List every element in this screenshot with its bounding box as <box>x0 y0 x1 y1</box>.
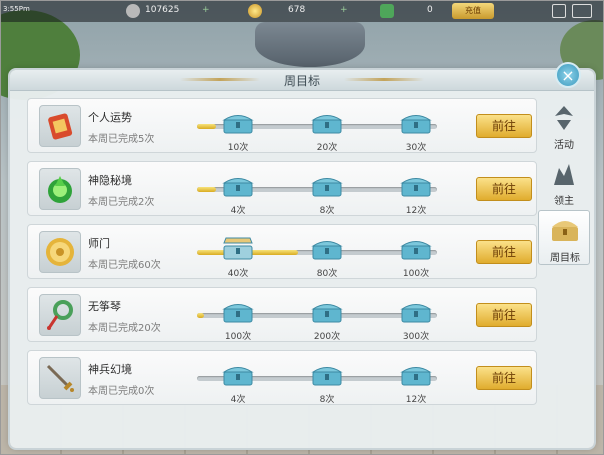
title-ornament-left <box>180 78 260 81</box>
reward-chest-icon[interactable] <box>222 111 254 135</box>
goal-progress-text: 本周已完成0次 <box>88 386 155 397</box>
resource-bar: 3:55Pm 107625 + 678 + 0 充值 <box>0 0 604 22</box>
recharge-button[interactable]: 充值 <box>452 3 494 19</box>
goal-name: 师门 <box>88 237 110 250</box>
goal-name: 无筝琴 <box>88 300 121 313</box>
milestone-label: 20次 <box>316 143 338 153</box>
goal-row-weapon-illusion: 神兵幻境 本周已完成0次 前往 4次 8次 12次 <box>27 350 537 405</box>
milestone-label: 8次 <box>319 395 335 405</box>
wifi-icon <box>552 4 566 18</box>
milestone-label: 100次 <box>402 269 430 279</box>
reward-chest-icon[interactable] <box>400 111 432 135</box>
reward-chest-icon[interactable] <box>311 237 343 261</box>
green-flame-icon <box>39 168 81 210</box>
reward-chest-icon[interactable] <box>400 174 432 198</box>
milestone-label: 8次 <box>319 206 335 216</box>
milestone-label: 100次 <box>224 332 252 342</box>
goal-progress-text: 本周已完成2次 <box>88 197 155 208</box>
chest-icon <box>552 221 578 241</box>
milestone-label: 300次 <box>402 332 430 342</box>
close-button[interactable]: × <box>555 62 581 88</box>
reward-chest-icon[interactable] <box>222 237 254 261</box>
milestone-label: 12次 <box>405 206 427 216</box>
goal-progress-text: 本周已完成60次 <box>88 260 161 271</box>
reward-chest-icon[interactable] <box>222 174 254 198</box>
goal-name: 个人运势 <box>88 111 132 124</box>
fortune-scroll-icon <box>39 105 81 147</box>
gold-icon <box>248 4 262 18</box>
title-ornament-right <box>344 78 424 81</box>
resource-gold: 678 <box>288 5 306 15</box>
reward-chest-icon[interactable] <box>311 363 343 387</box>
panel-title-bar: 周目标 <box>10 70 594 91</box>
go-button[interactable]: 前往 <box>476 240 532 264</box>
goal-progress-fill <box>197 313 205 318</box>
reward-chest-icon[interactable] <box>222 363 254 387</box>
jade-pendant-icon <box>39 294 81 336</box>
reward-chest-icon[interactable] <box>400 363 432 387</box>
goal-row-secret-realm: 神隐秘境 本周已完成2次 前往 4次 8次 12次 <box>27 161 537 216</box>
reward-chest-icon[interactable] <box>400 237 432 261</box>
side-tab-label: 活动 <box>554 140 574 151</box>
go-button[interactable]: 前往 <box>476 177 532 201</box>
go-button[interactable]: 前往 <box>476 303 532 327</box>
battery-icon <box>572 4 592 18</box>
side-tab-label: 周目标 <box>550 253 580 264</box>
milestone-label: 200次 <box>313 332 341 342</box>
pavilion-roof <box>255 22 365 67</box>
goal-row-fortune: 个人运势 本周已完成5次 前往 10次 20次 30次 <box>27 98 537 153</box>
reward-chest-icon[interactable] <box>400 300 432 324</box>
reward-chest-icon[interactable] <box>311 300 343 324</box>
gold-coin-icon <box>39 231 81 273</box>
milestone-label: 30次 <box>405 143 427 153</box>
go-button[interactable]: 前往 <box>476 366 532 390</box>
reward-chest-icon[interactable] <box>222 300 254 324</box>
silver-icon <box>126 4 140 18</box>
milestone-label: 10次 <box>227 143 249 153</box>
activity-icon <box>555 106 573 130</box>
side-tab-lord[interactable]: 领主 <box>538 154 590 209</box>
side-tab-weekly-goal[interactable]: 周目标 <box>538 210 590 265</box>
goal-progress-text: 本周已完成20次 <box>88 323 161 334</box>
panel-title: 周目标 <box>283 74 320 88</box>
side-tab-activity[interactable]: 活动 <box>538 98 590 153</box>
side-tab-label: 领主 <box>554 196 574 207</box>
goal-progress-fill <box>197 124 217 129</box>
go-button[interactable]: 前往 <box>476 114 532 138</box>
status-time: 3:55Pm <box>3 5 30 13</box>
milestone-label: 80次 <box>316 269 338 279</box>
milestone-label: 4次 <box>230 206 246 216</box>
goal-row-zither: 无筝琴 本周已完成20次 前往 100次 200次 300次 <box>27 287 537 342</box>
goal-name: 神隐秘境 <box>88 174 132 187</box>
goal-progress-text: 本周已完成5次 <box>88 134 155 145</box>
lord-icon <box>554 164 574 185</box>
resource-silver: 107625 <box>145 5 180 15</box>
goal-progress-fill <box>197 187 217 192</box>
goal-row-sect: 师门 本周已完成60次 前往 40次 80次 100次 <box>27 224 537 279</box>
milestone-label: 4次 <box>230 395 246 405</box>
milestone-label: 40次 <box>227 269 249 279</box>
reward-chest-icon[interactable] <box>311 111 343 135</box>
weekly-goal-panel: 周目标 × 个人运势 本周已完成5次 前往 10次 20次 30次 神隐秘境 本周已… <box>10 62 594 448</box>
sword-icon <box>39 357 81 399</box>
add-silver-button[interactable]: + <box>202 5 210 15</box>
goal-name: 神兵幻境 <box>88 363 132 376</box>
reward-chest-icon[interactable] <box>311 174 343 198</box>
jade-icon <box>380 4 394 18</box>
add-gold-button[interactable]: + <box>340 5 348 15</box>
resource-jade: 0 <box>427 5 433 15</box>
milestone-label: 12次 <box>405 395 427 405</box>
